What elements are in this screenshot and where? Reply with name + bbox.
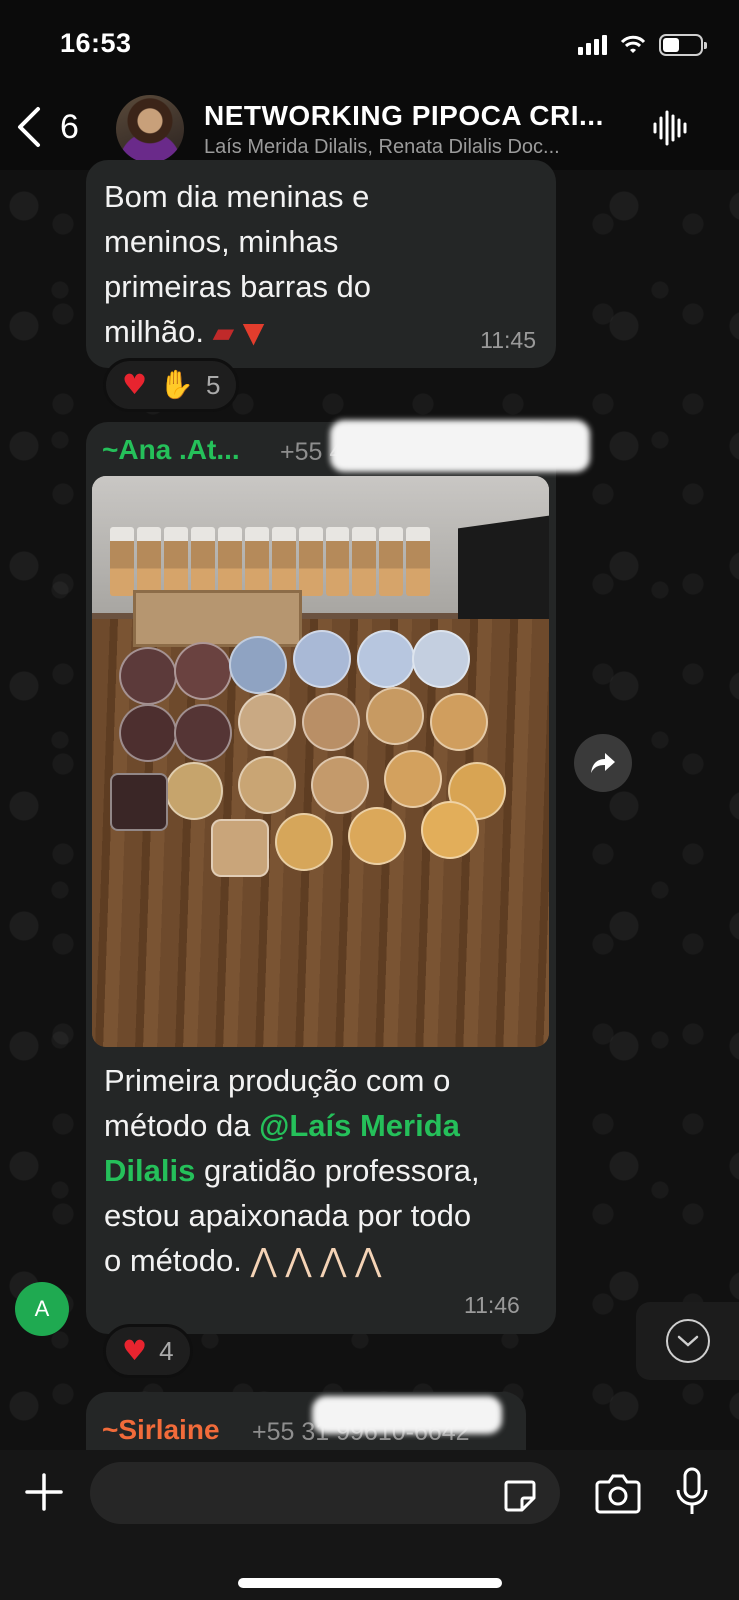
message-time: 11:46: [464, 1292, 520, 1318]
message-line: método da @Laís Merida: [104, 1103, 544, 1148]
microphone-icon[interactable]: [672, 1466, 712, 1518]
reaction-pill[interactable]: ♥ ✋ 5: [103, 358, 240, 412]
message-line: primeiras barras do: [104, 269, 372, 304]
mention-link[interactable]: Dilalis: [104, 1153, 195, 1188]
folded-hands-icon: ⋀: [355, 1241, 382, 1279]
folded-hands-icon: ⋀: [320, 1241, 347, 1279]
status-icons: [578, 34, 707, 56]
message-text: Primeira produção com o método da @Laís …: [104, 1058, 544, 1283]
message-line: Primeira produção com o: [104, 1063, 451, 1098]
forward-icon: [591, 753, 615, 773]
plus-icon[interactable]: [24, 1472, 64, 1512]
sender-name[interactable]: ~Ana .At...: [102, 434, 240, 466]
chocolate-bar-icon: ▰: [212, 316, 235, 349]
reaction-pill[interactable]: ♥ 4: [103, 1324, 193, 1378]
reaction-count: 5: [205, 369, 221, 400]
battery-icon: [659, 34, 707, 56]
group-members[interactable]: Laís Merida Dilalis, Renata Dilalis Doc.…: [204, 136, 624, 159]
folded-hands-icon: ⋀: [285, 1241, 312, 1279]
message-line-text: milhão.: [104, 314, 204, 349]
message-line: Bom dia meninas e: [104, 179, 370, 214]
voice-chat-icon[interactable]: [651, 108, 691, 148]
status-time: 16:53: [60, 28, 132, 58]
reaction-count: 4: [159, 1335, 174, 1366]
sender-avatar[interactable]: A: [15, 1282, 69, 1336]
photo-shelf: [110, 527, 431, 596]
sender-name[interactable]: ~Sirlaine: [102, 1414, 220, 1446]
message-line: meninos, minhas: [104, 224, 339, 259]
heart-icon: ♥: [122, 368, 148, 401]
chevron-left-icon: [18, 107, 40, 147]
message-line: o método. ⋀ ⋀ ⋀ ⋀: [104, 1238, 544, 1283]
unread-count: 6: [60, 107, 79, 146]
photo-box: [133, 590, 303, 648]
cellular-signal-icon: [578, 35, 607, 55]
home-indicator: [238, 1578, 502, 1588]
camera-icon[interactable]: [594, 1472, 642, 1516]
message-line-text: método da: [104, 1108, 260, 1143]
message-line-text: o método.: [104, 1243, 242, 1278]
back-button[interactable]: 6: [14, 102, 79, 152]
message-input[interactable]: [90, 1462, 560, 1524]
status-bar: 16:53: [0, 0, 739, 92]
popcorn-icon: ▼: [242, 316, 265, 349]
folded-hands-icon: ⋀: [250, 1241, 277, 1279]
chat-header: 6 NETWORKING PIPOCA CRI... Laís Merida D…: [0, 92, 739, 170]
message-line: milhão. ▰ ▼: [104, 309, 371, 354]
message-input-bar: [0, 1450, 739, 1600]
chevron-down-icon: [665, 1319, 710, 1363]
message-line: Dilalis gratidão professora,: [104, 1148, 544, 1193]
clapping-hands-icon: ✋: [159, 368, 194, 401]
group-avatar[interactable]: [116, 95, 184, 163]
message-line-text: gratidão professora,: [195, 1153, 480, 1188]
sticker-icon[interactable]: [502, 1478, 538, 1514]
message-bubble[interactable]: Bom dia meninas e meninos, minhas primei…: [86, 160, 556, 368]
group-title[interactable]: NETWORKING PIPOCA CRI...: [204, 100, 624, 132]
redaction-mark: [330, 420, 590, 472]
heart-icon: ♥: [122, 1334, 148, 1367]
mention-link[interactable]: @Laís Merida: [259, 1108, 460, 1143]
redaction-mark: [312, 1396, 502, 1434]
message-text: Bom dia meninas e meninos, minhas primei…: [104, 174, 371, 354]
forward-button[interactable]: [574, 734, 632, 792]
message-time: 11:45: [480, 327, 536, 353]
message-line: estou apaixonada por todo: [104, 1198, 472, 1233]
message-photo[interactable]: [92, 476, 549, 1047]
scroll-down-button[interactable]: [636, 1302, 739, 1380]
wifi-icon: [620, 35, 646, 53]
